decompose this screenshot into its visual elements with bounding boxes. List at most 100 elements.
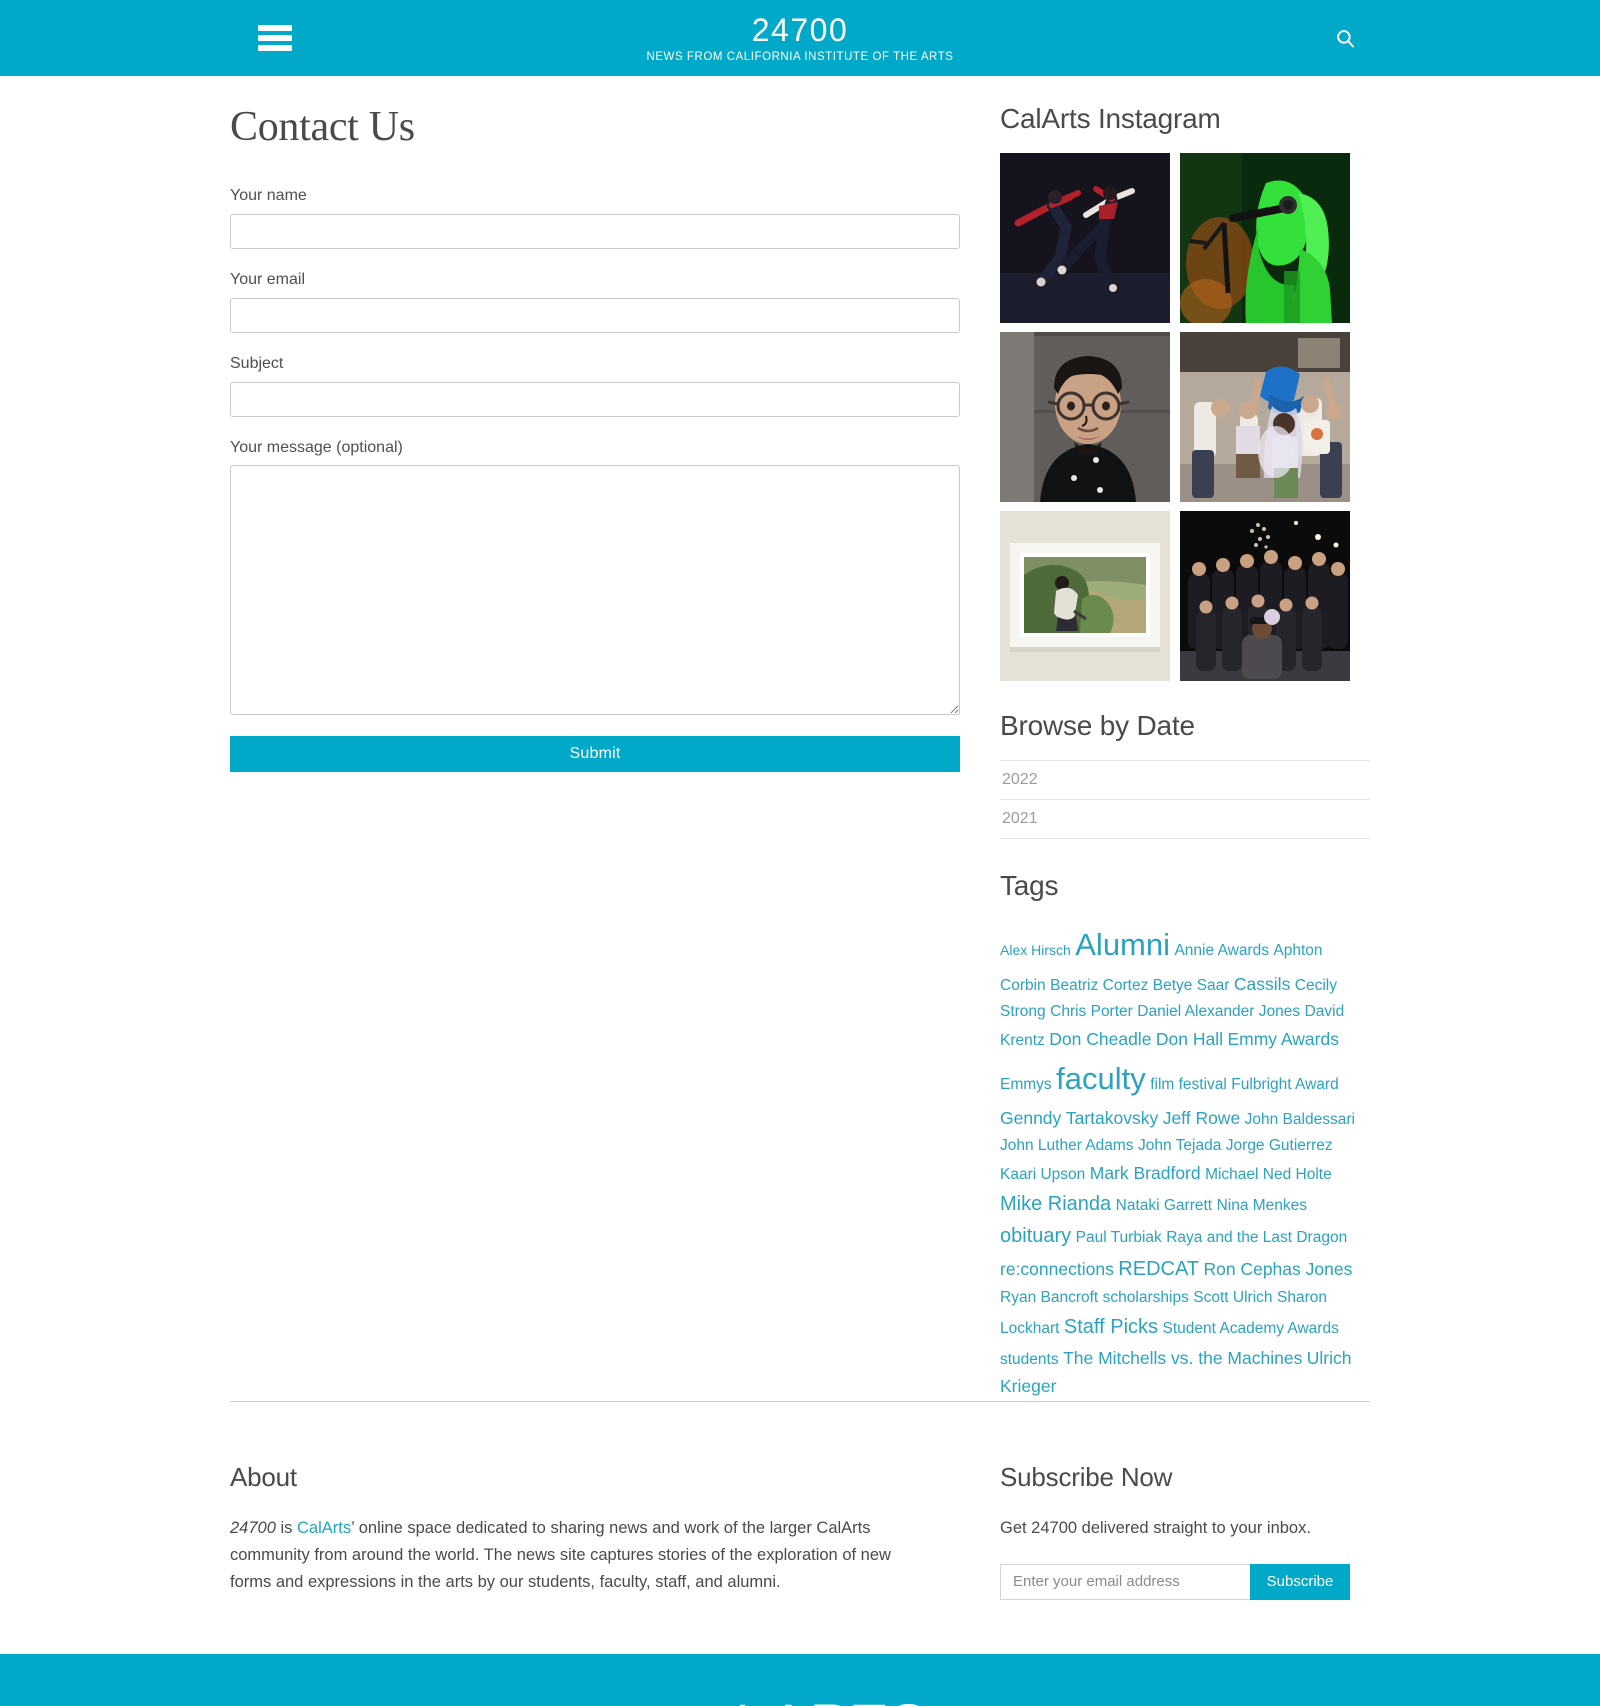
search-icon[interactable] <box>1330 23 1360 53</box>
page-title: Contact Us <box>230 104 415 150</box>
framed-photograph-gallery-image <box>1000 510 1170 681</box>
sidebar: CalArts Instagram Browse by Date 2022 20… <box>970 103 1370 1401</box>
label-your-message: Your message (optional) <box>230 438 403 456</box>
tag-link[interactable]: obituary <box>1000 1225 1071 1247</box>
field-subject: Subject <box>230 354 960 417</box>
hamburger-bar <box>258 35 292 41</box>
about-italic-24700: 24700 <box>230 1519 276 1538</box>
dancers-on-dark-stage-image <box>1000 152 1170 323</box>
your-email-input[interactable] <box>230 297 960 333</box>
hamburger-bar <box>258 45 292 51</box>
hamburger-bar <box>258 25 292 31</box>
tag-link[interactable]: Paul Turbiak <box>1076 1229 1162 1246</box>
tag-link[interactable]: re:connections <box>1000 1259 1114 1279</box>
your-message-textarea[interactable] <box>230 465 960 716</box>
hamburger-menu-icon[interactable] <box>258 25 292 51</box>
your-name-input[interactable] <box>230 213 960 249</box>
site-brand: 24700 NEWS FROM CALIFORNIA INSTITUTE OF … <box>0 13 1600 63</box>
instagram-tile-framed-photograph-gallery[interactable] <box>1000 510 1170 681</box>
tag-link[interactable]: faculty <box>1056 1061 1146 1096</box>
instagram-grid <box>1000 152 1370 681</box>
field-your-email: Your email <box>230 270 960 333</box>
subscribe-form: Subscribe <box>1000 1563 1350 1600</box>
tag-link[interactable]: Daniel Alexander Jones <box>1137 1003 1300 1020</box>
instagram-heading: CalArts Instagram <box>1000 103 1221 134</box>
tag-link[interactable]: Cassils <box>1234 974 1290 994</box>
instagram-tile-green-lit-singer[interactable] <box>1180 152 1350 323</box>
subscribe-email-input[interactable] <box>1000 1563 1250 1600</box>
date-row-2022[interactable]: 2022 <box>1000 759 1370 799</box>
tag-link[interactable]: Mark Bradford <box>1090 1163 1201 1183</box>
bottom-bar: caLARTS Terms & Conditions|Contact|© 202… <box>0 1653 1600 1706</box>
calarts-link[interactable]: CalArts <box>297 1519 351 1537</box>
calarts-logo-upper: LARTS <box>735 1692 929 1706</box>
tag-link[interactable]: Nina Menkes <box>1217 1197 1307 1214</box>
instagram-tile-dancers-on-dark-stage[interactable] <box>1000 152 1170 323</box>
site-subtitle: NEWS FROM CALIFORNIA INSTITUTE OF THE AR… <box>646 50 954 63</box>
tag-link[interactable]: Michael Ned Holte <box>1205 1166 1332 1183</box>
instagram-tile-portrait-man-glasses[interactable] <box>1000 331 1170 502</box>
tag-link[interactable]: Chris Porter <box>1050 1003 1133 1020</box>
tag-link[interactable]: students <box>1000 1351 1059 1368</box>
tag-link[interactable]: scholarships <box>1103 1289 1189 1306</box>
about-section: About 24700 is CalArts’ online space ded… <box>230 1462 970 1599</box>
tag-link[interactable]: Jeff Rowe <box>1163 1108 1241 1128</box>
theater-group-portrait-image <box>1180 510 1350 681</box>
subscribe-section: Subscribe Now Get 24700 delivered straig… <box>970 1462 1370 1600</box>
search-glyph <box>1336 29 1354 47</box>
tag-cloud: Alex Hirsch Alumni Annie Awards Aphton C… <box>1000 920 1370 1401</box>
tag-link[interactable]: Annie Awards <box>1174 942 1269 959</box>
browse-by-date-heading: Browse by Date <box>1000 709 1195 741</box>
instagram-tile-students-water-celebration[interactable] <box>1180 331 1350 502</box>
tag-link[interactable]: Staff Picks <box>1064 1316 1158 1338</box>
tag-link[interactable]: Jorge Gutierrez <box>1226 1137 1333 1154</box>
tag-link[interactable]: Raya and the Last Dragon <box>1166 1229 1347 1246</box>
calarts-logo: caLARTS <box>670 1695 930 1706</box>
tag-link[interactable]: The Mitchells vs. the Machines <box>1063 1348 1302 1368</box>
tag-link[interactable]: Genndy Tartakovsky <box>1000 1108 1158 1128</box>
tag-link[interactable]: John Tejada <box>1138 1137 1221 1154</box>
subscribe-description: Get 24700 delivered straight to your inb… <box>1000 1519 1311 1538</box>
tag-link[interactable]: Ryan Bancroft <box>1000 1289 1098 1306</box>
about-text: 24700 is CalArts’ online space dedicated… <box>230 1515 910 1595</box>
tag-link[interactable]: Don Hall <box>1156 1029 1223 1049</box>
portrait-man-glasses-image <box>1000 331 1170 502</box>
submit-button[interactable]: Submit <box>230 736 960 773</box>
site-header: 24700 NEWS FROM CALIFORNIA INSTITUTE OF … <box>0 0 1600 76</box>
tag-link[interactable]: Ron Cephas Jones <box>1203 1259 1352 1279</box>
tag-link[interactable]: Nataki Garrett <box>1116 1197 1212 1214</box>
tag-link[interactable]: Student Academy Awards <box>1162 1320 1338 1337</box>
contact-form-section: Contact Us Your name Your email Subject … <box>230 104 970 1401</box>
instagram-tile-theater-group-portrait[interactable] <box>1180 510 1350 681</box>
tag-link[interactable]: Beatriz Cortez <box>1050 977 1148 994</box>
tag-link[interactable]: Betye Saar <box>1153 977 1230 994</box>
subject-input[interactable] <box>230 381 960 417</box>
label-subject: Subject <box>230 354 284 372</box>
field-your-message: Your message (optional) <box>230 438 960 716</box>
subscribe-button[interactable]: Subscribe <box>1250 1563 1350 1600</box>
page-body: Contact Us Your name Your email Subject … <box>0 76 1600 1654</box>
tag-link[interactable]: Alex Hirsch <box>1000 942 1071 958</box>
date-row-2021[interactable]: 2021 <box>1000 798 1370 840</box>
tag-link[interactable]: John Baldessari <box>1245 1111 1355 1128</box>
tag-link[interactable]: Emmy Awards <box>1227 1029 1339 1049</box>
tag-link[interactable]: REDCAT <box>1118 1258 1199 1280</box>
field-your-name: Your name <box>230 186 960 249</box>
contact-form: Your name Your email Subject Your messag… <box>230 186 960 773</box>
content-wrap: Contact Us Your name Your email Subject … <box>230 76 1370 1401</box>
tag-link[interactable]: Fulbright Award <box>1231 1076 1338 1093</box>
tags-heading: Tags <box>1000 870 1059 902</box>
about-heading: About <box>230 1462 297 1493</box>
tag-link[interactable]: film festival <box>1150 1076 1227 1093</box>
tag-link[interactable]: Kaari Upson <box>1000 1166 1085 1183</box>
tag-link[interactable]: John Luther Adams <box>1000 1137 1134 1154</box>
footer-top: About 24700 is CalArts’ online space ded… <box>230 1402 1370 1653</box>
tag-link[interactable]: Alumni <box>1075 927 1170 962</box>
tag-link[interactable]: Emmys <box>1000 1076 1052 1093</box>
students-water-celebration-image <box>1180 331 1350 502</box>
tag-link[interactable]: Scott Ulrich <box>1193 1289 1272 1306</box>
browse-by-date-list: 2022 2021 <box>1000 759 1370 840</box>
tag-link[interactable]: Mike Rianda <box>1000 1193 1111 1215</box>
tag-link[interactable]: Don Cheadle <box>1049 1029 1151 1049</box>
site-title: 24700 <box>751 12 849 49</box>
